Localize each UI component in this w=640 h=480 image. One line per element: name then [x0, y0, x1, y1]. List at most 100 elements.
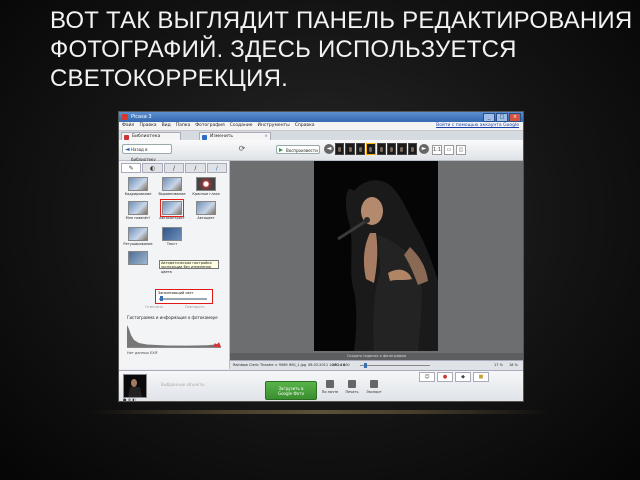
window-titlebar: Picasa 3 _ □ ×: [119, 112, 523, 122]
picasa-screenshot: Picasa 3 _ □ × Файл Правка Вид Папка Фот…: [118, 111, 524, 402]
menu-help[interactable]: Справка: [295, 122, 315, 130]
filmstrip: [335, 143, 417, 155]
export-button[interactable]: Экспорт: [365, 380, 383, 394]
undo-label[interactable]: Отменить: [145, 305, 163, 309]
auto-contrast-tool[interactable]: Автоконтраст: [157, 199, 187, 220]
pin-icon[interactable]: ●: [437, 372, 453, 382]
fill-light-slider-track[interactable]: [159, 298, 207, 300]
back-to-library-button[interactable]: ◄ Назад в библиотеку: [122, 144, 172, 162]
rotate-icon[interactable]: ⟳: [237, 144, 247, 154]
redeye-tool[interactable]: Красные глаза: [191, 177, 221, 196]
filmstrip-thumb[interactable]: [345, 143, 355, 155]
auto-color-label: Автоцвет: [197, 216, 215, 220]
filmstrip-thumb[interactable]: [386, 143, 397, 155]
menu-create[interactable]: Создание: [230, 122, 253, 130]
edit-panel-tabs: ✎ ◐ / ∕ ∕: [121, 163, 228, 173]
folder-icon[interactable]: ■: [473, 372, 489, 382]
blank-tool[interactable]: [123, 251, 153, 265]
edit-panel: ✎ ◐ / ∕ ∕ Кадрирование Выравнивание Крас…: [119, 161, 230, 369]
fill-light-slider-knob[interactable]: [160, 296, 163, 301]
tray-thumbnail-image: [124, 375, 146, 397]
redeye-icon: [196, 177, 216, 191]
tag-icon[interactable]: ◆: [455, 372, 471, 382]
filmstrip-thumb[interactable]: [407, 143, 417, 155]
auto-color-tool[interactable]: Автоцвет: [191, 201, 221, 220]
slideshow-button[interactable]: Воспроизвести: [276, 145, 320, 154]
brush-icon[interactable]: /: [163, 163, 185, 173]
text-tool[interactable]: Текст: [157, 227, 187, 246]
photo[interactable]: [314, 161, 438, 351]
view-actual-size-button[interactable]: 1:1: [432, 145, 442, 155]
filmstrip-thumb[interactable]: [397, 143, 407, 155]
auto-color-icon: [196, 201, 216, 215]
tab-edit-label: Изменить: [210, 134, 234, 139]
histogram-shape: [127, 325, 221, 347]
menu-tools[interactable]: Инструменты: [258, 122, 290, 130]
pen-icon[interactable]: ∕: [185, 163, 206, 173]
filmstrip-thumb[interactable]: [355, 143, 366, 155]
minimize-button[interactable]: _: [483, 113, 495, 122]
previous-photo-button[interactable]: ◄: [324, 144, 334, 154]
filmstrip-thumb[interactable]: [335, 143, 345, 155]
menu-picture[interactable]: Фотография: [195, 122, 224, 130]
straighten-tool[interactable]: Выравнивание: [157, 177, 187, 196]
back-to-library-label: Назад в библиотеку: [131, 147, 156, 162]
view-split-button[interactable]: ◫: [456, 145, 466, 155]
google-signin-link[interactable]: Войти с помощью аккаунта Google: [436, 122, 519, 130]
photo-canvas: [230, 161, 523, 353]
redo-label[interactable]: Повторить: [185, 305, 205, 309]
retouch-tool[interactable]: Ретуширование: [123, 227, 153, 246]
contrast-icon[interactable]: ◐: [142, 163, 163, 173]
view-single-button[interactable]: ▭: [444, 145, 454, 155]
print-button[interactable]: Печать: [343, 380, 361, 394]
upload-google-photos-button[interactable]: Загрузить в Google Фото: [265, 381, 317, 400]
photo-caption[interactable]: Создать подпись к фотографии: [230, 353, 523, 360]
retouch-icon: [128, 227, 148, 241]
email-label: По почте: [321, 390, 339, 394]
slide-title: ВОТ ТАК ВЫГЛЯДИТ ПАНЕЛЬ РЕДАКТИРОВАНИЯ Ф…: [50, 6, 633, 93]
menu-file[interactable]: Файл: [122, 122, 134, 130]
next-photo-button[interactable]: ►: [419, 144, 429, 154]
crop-icon: [128, 177, 148, 191]
crop-tool[interactable]: Кадрирование: [123, 177, 153, 196]
tray-action-icons[interactable]: ● ⊕ ◐: [123, 397, 136, 401]
tray-label: Выбранные объекты: [161, 382, 205, 387]
filmstrip-thumb[interactable]: [376, 143, 386, 155]
window-controls: _ □ ×: [483, 113, 521, 122]
menu-edit[interactable]: Правка: [139, 122, 156, 130]
photo-size: 480 x 800: [332, 363, 350, 367]
brush-blue-icon[interactable]: ∕: [206, 163, 228, 173]
menu-folder[interactable]: Папка: [176, 122, 191, 130]
tab-library-label: Библиотека: [132, 134, 161, 139]
slideshow-label: Воспроизвести: [286, 148, 318, 153]
lucky-tool[interactable]: Мне повезёт!: [123, 201, 153, 220]
email-icon: [326, 380, 334, 388]
email-button[interactable]: По почте: [321, 380, 339, 394]
slide-title-line: ВОТ ТАК ВЫГЛЯДИТ ПАНЕЛЬ РЕДАКТИРОВАНИЯ: [50, 7, 633, 34]
photo-mic-head: [364, 217, 370, 223]
slide-title-line: ФОТОГРАФИЙ. ЗДЕСЬ ИСПОЛЬЗУЕТСЯ: [50, 36, 517, 63]
zoom-slider-track[interactable]: [360, 365, 430, 366]
slide-reflection: [90, 410, 550, 414]
close-button[interactable]: ×: [509, 113, 521, 122]
print-label: Печать: [345, 390, 359, 394]
bottom-tray: Выбранные объекты ● ⊕ ◐ Загрузить в Goog…: [119, 370, 523, 401]
histogram-title: Гистограмма и информация о фотокамере: [127, 315, 218, 320]
zoom-slider-knob[interactable]: [364, 363, 367, 368]
view-buttons: 1:1 ▭ ◫: [432, 145, 466, 155]
slide-title-line: СВЕТОКОРРЕКЦИЯ.: [50, 65, 288, 92]
print-icon: [348, 380, 356, 388]
back-arrow-icon: ◄: [125, 146, 130, 153]
retouch-label: Ретуширование: [123, 242, 153, 246]
maximize-button[interactable]: □: [496, 113, 508, 122]
filmstrip-thumb-selected[interactable]: [366, 143, 376, 155]
library-icon: [124, 134, 129, 140]
menu-view[interactable]: Вид: [162, 122, 171, 130]
export-label: Экспорт: [366, 390, 382, 394]
redeye-label: Красные глаза: [192, 192, 220, 196]
fill-light-label: Заполняющий свет: [158, 291, 194, 295]
tray-thumbnail[interactable]: [123, 374, 147, 398]
person-icon[interactable]: ☺: [419, 372, 435, 382]
text-label: Текст: [166, 242, 178, 246]
wrench-icon[interactable]: ✎: [121, 163, 142, 173]
